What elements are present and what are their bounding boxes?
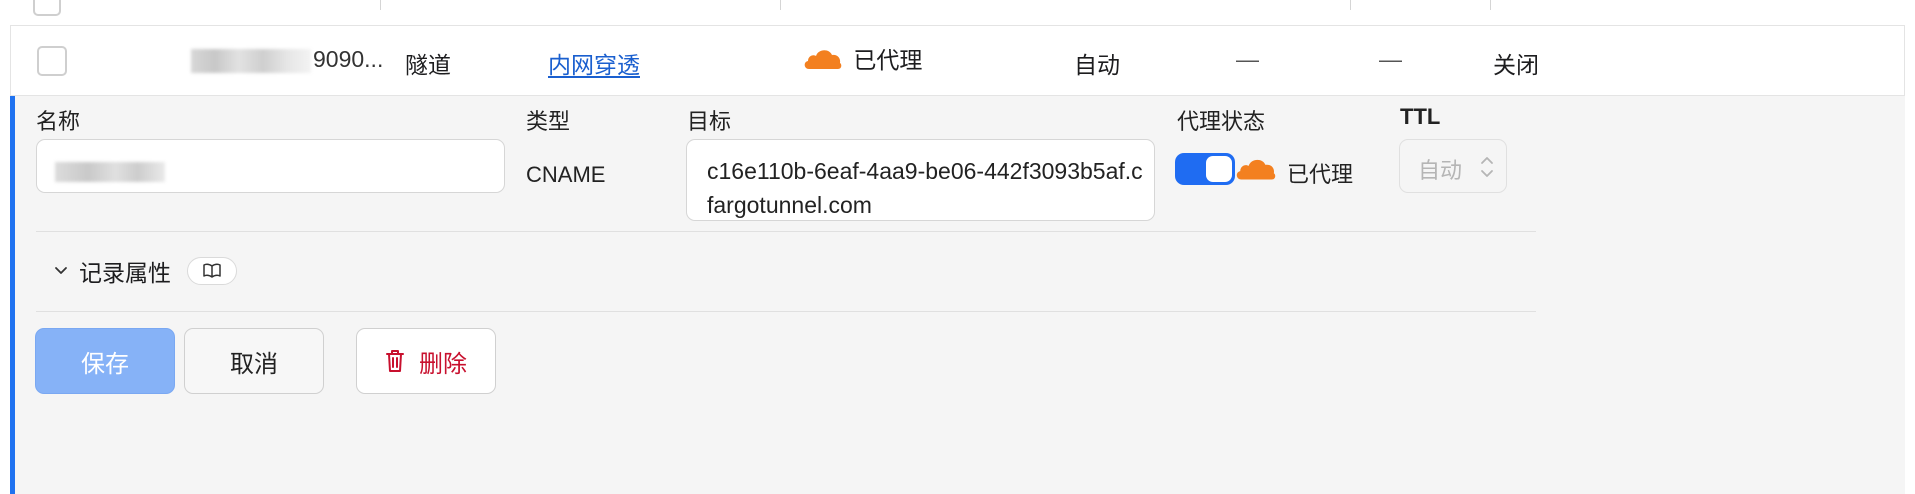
delete-label: 删除 xyxy=(419,350,467,378)
target-input[interactable]: c16e110b-6eaf-4aa9-be06-442f3093b5af.cfa… xyxy=(686,139,1155,221)
record-col8: 关闭 xyxy=(1493,52,1539,78)
proxy-toggle[interactable] xyxy=(1175,153,1235,185)
proxy-status-label: 代理状态 xyxy=(1177,109,1266,134)
record-col7: — xyxy=(1379,46,1402,72)
column-divider xyxy=(380,0,381,10)
ttl-select[interactable]: 自动 xyxy=(1399,139,1507,193)
divider xyxy=(36,311,1536,312)
trash-icon xyxy=(386,350,404,372)
dns-record-page: 9090... 隧道 内网穿透 已代理 自动 — — 关闭 名称 类型 CNAM… xyxy=(0,0,1915,494)
book-icon xyxy=(203,263,221,278)
record-properties-toggle[interactable]: 记录属性 xyxy=(53,256,171,286)
column-divider xyxy=(1350,0,1351,10)
name-label: 名称 xyxy=(36,109,81,134)
record-proxy-status: 已代理 xyxy=(803,41,922,75)
record-name: 9090... xyxy=(191,46,383,73)
proxy-status-text: 已代理 xyxy=(853,47,923,73)
select-all-checkbox[interactable] xyxy=(33,0,61,16)
type-value: CNAME xyxy=(526,162,606,187)
record-name-text: 9090... xyxy=(313,46,384,72)
name-input[interactable] xyxy=(36,139,505,193)
column-divider xyxy=(1490,0,1491,10)
docs-button[interactable] xyxy=(187,257,237,285)
record-properties-label: 记录属性 xyxy=(79,260,171,286)
row-checkbox[interactable] xyxy=(37,46,67,76)
ttl-value: 自动 xyxy=(1418,158,1463,183)
record-content-link[interactable]: 内网穿透 xyxy=(548,46,640,80)
target-value: c16e110b-6eaf-4aa9-be06-442f3093b5af.cfa… xyxy=(707,158,1143,218)
target-label: 目标 xyxy=(687,109,732,134)
ttl-label: TTL xyxy=(1400,104,1441,129)
redacted-name xyxy=(191,48,311,73)
cancel-button[interactable]: 取消 xyxy=(184,328,324,394)
type-label: 类型 xyxy=(526,109,571,134)
record-ttl: 自动 xyxy=(1074,52,1120,78)
record-type: 隧道 xyxy=(405,52,451,78)
table-header xyxy=(10,0,1905,26)
save-button[interactable]: 保存 xyxy=(35,328,175,394)
record-col6: — xyxy=(1236,46,1259,72)
delete-button[interactable]: 删除 xyxy=(356,328,496,394)
toggle-knob xyxy=(1206,156,1232,182)
cloud-icon xyxy=(1236,159,1276,180)
divider xyxy=(36,231,1536,232)
column-divider xyxy=(780,0,781,10)
cloud-icon xyxy=(804,50,842,69)
proxy-status-text: 已代理 xyxy=(1287,162,1354,187)
chevron-down-icon xyxy=(55,267,67,274)
redacted-name-value xyxy=(55,162,165,182)
record-edit-panel: 名称 类型 CNAME 目标 c16e110b-6eaf-4aa9-be06-4… xyxy=(10,96,1905,494)
table-row[interactable]: 9090... 隧道 内网穿透 已代理 自动 — — 关闭 xyxy=(10,26,1905,96)
updown-chevron-icon xyxy=(1481,157,1493,177)
